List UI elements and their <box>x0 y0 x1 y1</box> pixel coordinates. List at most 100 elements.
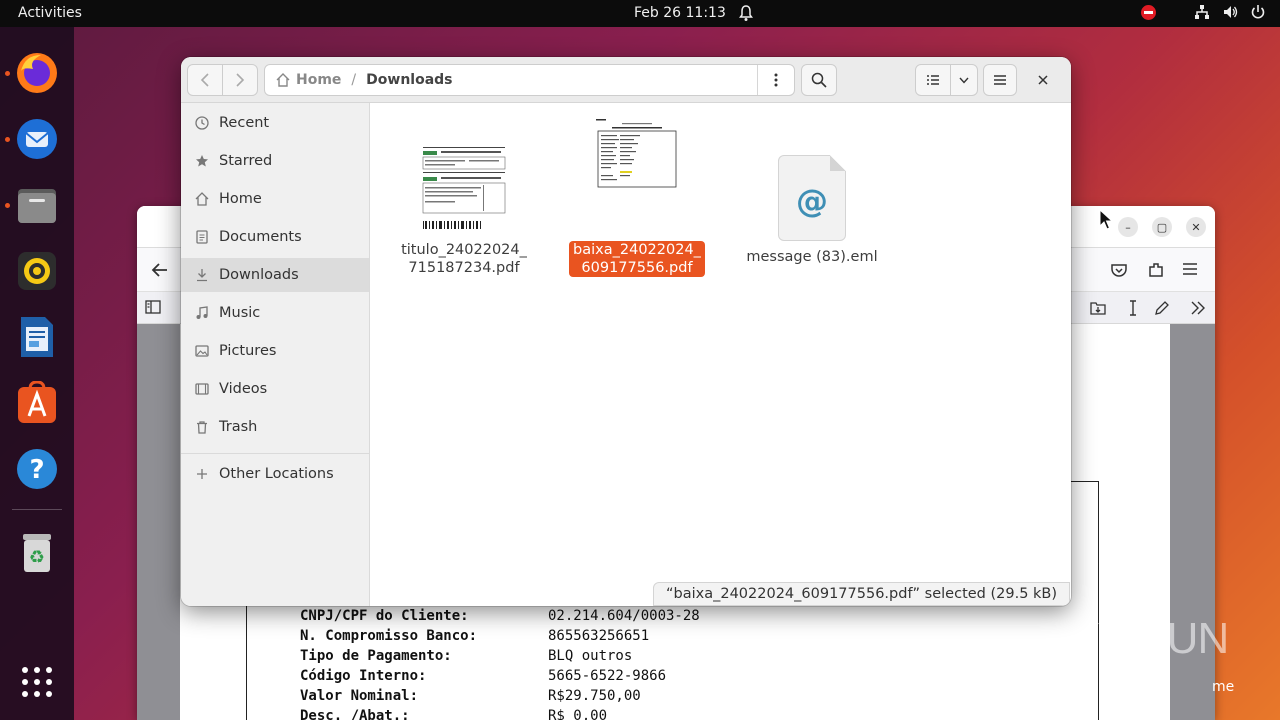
network-icon[interactable] <box>1194 4 1210 20</box>
show-apps-icon[interactable] <box>14 659 60 705</box>
path-bar[interactable]: Home / Downloads <box>264 64 795 96</box>
pdf-row: Valor Nominal: R$29.750,00 <box>300 688 641 704</box>
list-view-button[interactable] <box>915 64 951 96</box>
vertical-dots-icon <box>774 73 778 87</box>
pocket-icon[interactable] <box>1110 262 1128 278</box>
chevron-left-icon <box>200 73 209 87</box>
sidebar-item-music[interactable]: Music <box>181 296 369 330</box>
running-indicator <box>5 137 10 142</box>
sidebar-item-label: Starred <box>219 153 273 169</box>
files-icon[interactable] <box>14 182 60 228</box>
email-file-icon: @ <box>778 155 846 241</box>
file-item-message-eml[interactable]: @ message (83).eml <box>742 155 882 266</box>
file-item-titulo-pdf[interactable]: titulo_24022024_ 715187234.pdf <box>394 117 534 277</box>
sidebar-item-label: Music <box>219 305 261 321</box>
clock[interactable]: Feb 26 11:13 <box>634 5 726 21</box>
save-icon[interactable] <box>1090 300 1106 316</box>
breadcrumb-current[interactable]: Downloads <box>366 72 452 88</box>
places-sidebar: Recent Starred Home Documents Downloads … <box>181 103 370 606</box>
document-icon <box>194 229 210 245</box>
pdf-thumbnail <box>419 117 509 235</box>
mouse-cursor-icon <box>1099 209 1113 230</box>
view-options-button[interactable] <box>950 64 978 96</box>
sidebar-item-other-locations[interactable]: Other Locations <box>181 457 369 491</box>
thunderbird-icon[interactable] <box>14 116 60 162</box>
sidebar-item-pictures[interactable]: Pictures <box>181 334 369 368</box>
sidebar-item-videos[interactable]: Videos <box>181 372 369 406</box>
path-menu-button[interactable] <box>757 65 794 95</box>
main-menu-button[interactable] <box>983 64 1017 96</box>
sidebar-item-label: Home <box>219 191 262 207</box>
sidebar-item-trash[interactable]: Trash <box>181 410 369 444</box>
forward-button[interactable] <box>222 64 258 96</box>
sidebar-item-label: Trash <box>219 419 258 435</box>
pdf-row: Tipo de Pagamento: BLQ outros <box>300 648 633 664</box>
search-icon <box>811 72 827 88</box>
star-icon <box>194 153 210 169</box>
search-button[interactable] <box>801 64 837 96</box>
extensions-icon[interactable] <box>1147 261 1165 279</box>
home-icon <box>276 73 290 87</box>
running-indicator <box>5 71 10 76</box>
files-window: Home / Downloads Recent Starred Home Doc… <box>181 57 1071 606</box>
rhythmbox-icon[interactable] <box>14 248 60 294</box>
libreoffice-writer-icon[interactable] <box>14 314 60 360</box>
top-bar: Activities Feb 26 11:13 <box>0 0 1280 27</box>
recording-indicator-icon[interactable] <box>1141 4 1156 20</box>
plus-icon <box>194 466 210 482</box>
minimize-icon[interactable]: – <box>1118 217 1138 237</box>
sidebar-item-label: Pictures <box>219 343 277 359</box>
sidebar-item-starred[interactable]: Starred <box>181 144 369 178</box>
svg-text:?: ? <box>29 455 44 485</box>
file-name: message (83).eml <box>746 249 878 265</box>
sidebar-separator <box>181 453 369 454</box>
pdf-row: Desc. /Abat.: R$ 0,00 <box>300 708 608 720</box>
breadcrumb-home[interactable]: Home <box>296 72 341 88</box>
trash-icon[interactable]: ♻ <box>14 529 60 575</box>
draw-icon[interactable] <box>1154 300 1170 316</box>
pdf-row: N. Compromisso Banco: 865563256651 <box>300 628 650 644</box>
activities-button[interactable]: Activities <box>18 5 82 21</box>
back-arrow-icon[interactable] <box>151 262 169 278</box>
file-name-selected: baixa_24022024_ 609177556.pdf <box>569 241 705 277</box>
sidebar-item-documents[interactable]: Documents <box>181 220 369 254</box>
notification-bell-icon[interactable] <box>738 4 754 22</box>
file-item-baixa-pdf[interactable]: baixa_24022024_ 609177556.pdf <box>567 117 707 277</box>
selection-status: “baixa_24022024_609177556.pdf” selected … <box>653 582 1071 606</box>
pdf-row: Código Interno: 5665-6522-9866 <box>300 668 667 684</box>
at-sign-icon: @ <box>796 182 828 220</box>
videos-icon <box>194 381 210 397</box>
sidebar-item-downloads[interactable]: Downloads <box>181 258 369 292</box>
sidebar-toggle-icon[interactable] <box>145 300 161 314</box>
close-icon <box>1038 75 1048 85</box>
sidebar-item-label: Documents <box>219 229 302 245</box>
clock-icon <box>194 115 210 131</box>
anyrun-watermark: ANY RUN <box>1038 614 1229 663</box>
file-grid: titulo_24022024_ 715187234.pdf baixa_240… <box>370 103 1071 606</box>
chevron-right-icon <box>236 73 245 87</box>
download-icon <box>194 267 210 283</box>
close-button[interactable] <box>1033 70 1053 90</box>
app-center-icon[interactable] <box>14 380 60 426</box>
file-name: titulo_24022024_ 715187234.pdf <box>401 242 527 276</box>
close-icon[interactable]: ✕ <box>1186 217 1206 237</box>
text-cursor-icon[interactable] <box>1127 300 1139 316</box>
power-icon[interactable] <box>1250 4 1266 20</box>
sidebar-item-label: Videos <box>219 381 268 397</box>
system-tray[interactable] <box>1141 4 1266 20</box>
list-view-icon <box>927 75 939 85</box>
back-button[interactable] <box>187 64 223 96</box>
volume-icon[interactable] <box>1222 4 1238 20</box>
sidebar-item-label: Downloads <box>219 267 299 283</box>
maximize-icon[interactable]: ▢ <box>1152 217 1172 237</box>
more-tools-icon[interactable] <box>1190 301 1206 315</box>
help-icon[interactable]: ? <box>14 446 60 492</box>
pictures-icon <box>194 343 210 359</box>
firefox-icon[interactable] <box>14 50 60 96</box>
pdf-thumbnail <box>592 117 682 235</box>
hamburger-menu-icon[interactable] <box>1182 262 1198 276</box>
svg-text:♻: ♻ <box>29 547 45 568</box>
sidebar-item-home[interactable]: Home <box>181 182 369 216</box>
sidebar-item-recent[interactable]: Recent <box>181 106 369 140</box>
pdf-row: CNPJ/CPF do Cliente: 02.214.604/0003-28 <box>300 608 700 624</box>
